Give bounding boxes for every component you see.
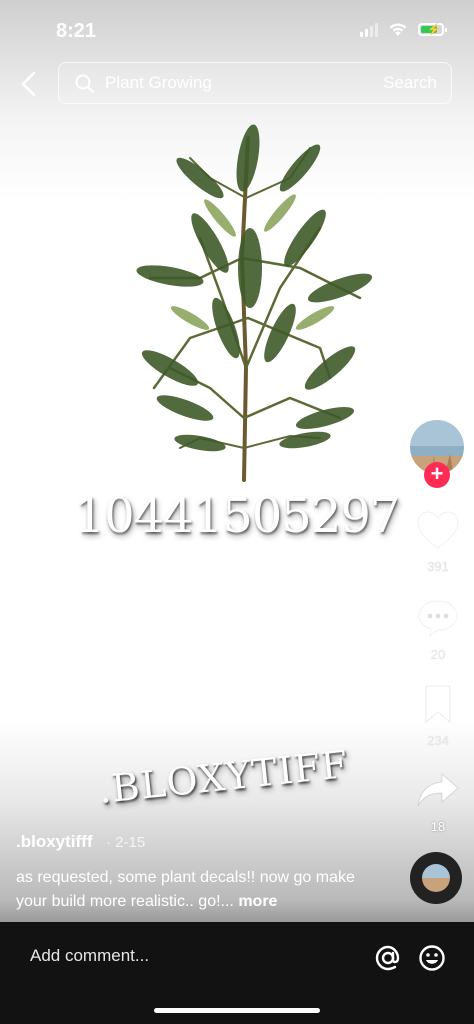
search-bar[interactable]: Plant Growing Search [58, 62, 452, 104]
bookmark-icon [425, 685, 451, 724]
comment-icon [418, 600, 458, 638]
palm-plant-image [136, 124, 373, 482]
caption-more-link[interactable]: more [238, 893, 277, 910]
comment-button[interactable]: 20 [412, 598, 464, 662]
share-count: 18 [430, 819, 446, 834]
caption-text: as requested, some plant decals!! now go… [16, 869, 355, 910]
search-button[interactable]: Search [383, 73, 437, 93]
comment-bar: Add comment... [0, 922, 474, 1024]
post-date: · 2-15 [106, 834, 146, 851]
overlay-code-text: 10441505297 [74, 488, 401, 544]
home-indicator [154, 1008, 320, 1013]
search-icon [75, 74, 95, 94]
wifi-icon [389, 23, 407, 36]
save-count: 234 [427, 733, 449, 748]
creator-watermark: .BLOXYTIFF [96, 742, 351, 812]
status-icons: ⚡ [360, 22, 447, 37]
heart-icon [417, 511, 459, 549]
status-time: 8:21 [56, 20, 97, 42]
like-button[interactable]: 391 [412, 510, 464, 574]
signal-icon [360, 22, 378, 37]
battery-icon: ⚡ [418, 23, 447, 36]
share-icon [417, 772, 459, 807]
share-button[interactable]: 18 [412, 770, 464, 834]
chevron-left-icon[interactable] [18, 70, 42, 98]
comment-input[interactable]: Add comment... [30, 946, 149, 966]
post-username[interactable]: .bloxytifff [16, 832, 93, 852]
like-count: 391 [427, 559, 449, 574]
comment-count: 20 [430, 647, 446, 662]
music-disc[interactable] [410, 852, 462, 904]
search-input[interactable]: Plant Growing [105, 73, 212, 93]
follow-button[interactable]: + [424, 462, 450, 488]
at-icon[interactable] [374, 944, 402, 972]
post-caption: as requested, some plant decals!! now go… [16, 866, 376, 914]
bookmark-button[interactable]: 234 [412, 684, 464, 748]
emoji-icon[interactable] [418, 944, 446, 972]
tiktok-video-screen: 8:21 ⚡ Plant Growing Search 10441505297 … [0, 0, 474, 1024]
music-cover [422, 864, 450, 892]
